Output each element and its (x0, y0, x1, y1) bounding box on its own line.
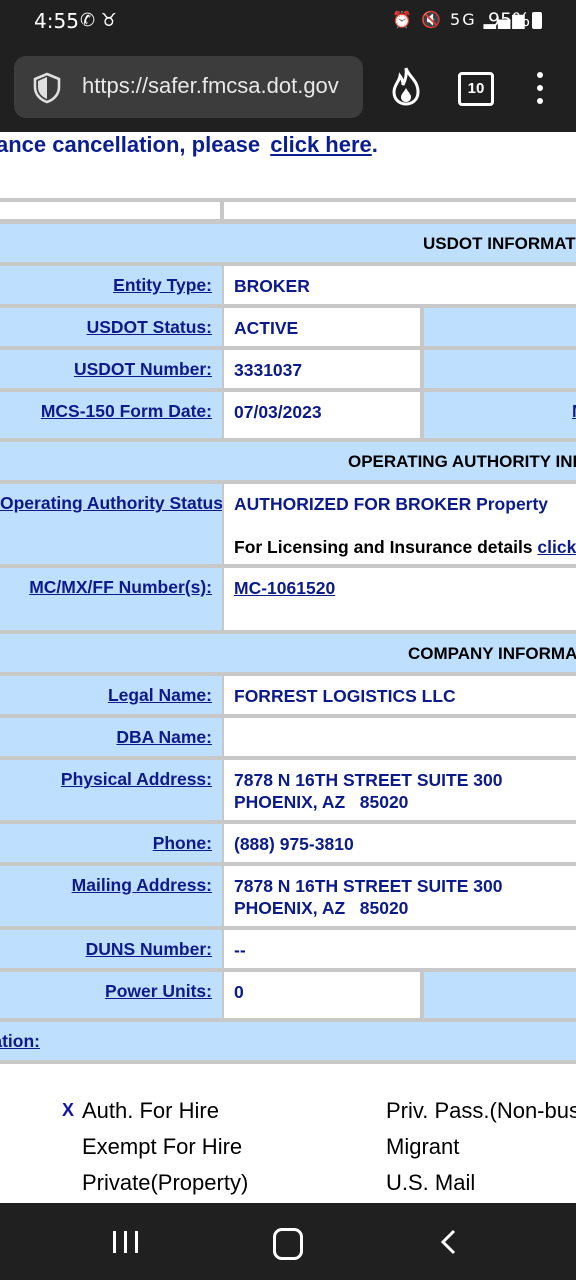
classification-item: Auth. For Hire (82, 1098, 219, 1123)
entity-type-label: Entity Type: (0, 266, 222, 304)
classification-item: Priv. Pass.(Non-business) (386, 1098, 576, 1123)
notice-text: ance cancellation, please (0, 132, 267, 157)
classification-item: Private(Property) (82, 1170, 249, 1195)
mailing-address-value: 7878 N 16TH STREET SUITE 300 PHOENIX, AZ… (224, 866, 576, 926)
operating-section-header: OPERATING AUTHORITY INFORMATION (0, 442, 576, 480)
home-icon[interactable] (273, 1228, 303, 1260)
authority-status-text: AUTHORIZED FOR BROKER Property (234, 494, 549, 514)
shield-icon[interactable] (32, 72, 62, 104)
flame-icon[interactable] (388, 66, 424, 106)
notice-click-here-link[interactable]: click here (270, 132, 372, 157)
licensing-details: For Licensing and Insurance details clic… (234, 536, 576, 558)
power-units-value: 0 (224, 972, 420, 1018)
legal-name-label: Legal Name: (0, 676, 222, 714)
usdot-status-value: ACTIVE (224, 308, 420, 346)
notice-period: . (371, 132, 378, 157)
table-empty-cell (0, 202, 220, 219)
classification-item: Migrant (386, 1134, 460, 1159)
battery-icon (532, 12, 542, 29)
system-navigation-bar (0, 1203, 576, 1280)
classification-item: Exempt For Hire (82, 1134, 243, 1159)
mc-number-value: MC-1061520 (224, 568, 576, 630)
web-page: ance cancellation, please click here. US… (0, 132, 576, 1203)
operating-status-label: Operating Authority Status: (0, 484, 222, 564)
mileage-label-cell: M (424, 392, 576, 438)
table-label-cell (424, 972, 576, 1018)
usdot-section-header: USDOT INFORMATION (0, 224, 576, 262)
url-text[interactable]: https://safer.fmcsa.dot.gov (82, 73, 339, 99)
phone-value: (888) 975-3810 (224, 824, 576, 862)
dba-name-value (224, 718, 576, 756)
mailing-address-label: Mailing Address: (0, 866, 222, 926)
mcs150-date-label: MCS-150 Form Date: (0, 392, 222, 438)
company-section-header: COMPANY INFORMATION (0, 634, 576, 672)
duns-number-label: DUNS Number: (0, 930, 222, 968)
operation-classification-label: Operation Classification: (0, 1022, 576, 1060)
menu-icon[interactable] (534, 72, 546, 108)
insurance-notice: ance cancellation, please click here. (0, 132, 378, 158)
status-bar: 4:55 ✆ ♉ ⏰ 🔇 5G ▂▄▆ 95% (0, 0, 576, 44)
table-empty-cell (224, 202, 576, 219)
recent-apps-icon[interactable] (113, 1231, 139, 1253)
notification-icons: ✆ ♉ (80, 10, 117, 31)
back-icon[interactable] (440, 1229, 456, 1255)
mc-number-label: MC/MX/FF Number(s): (0, 568, 222, 630)
selected-marker: X (62, 1100, 75, 1120)
battery-percent: 95% (488, 9, 531, 31)
table-label-cell (424, 350, 576, 388)
entity-type-value: BROKER (224, 266, 576, 304)
duns-number-value: -- (224, 930, 576, 968)
table-label-cell (424, 308, 576, 346)
power-units-label: Power Units: (0, 972, 222, 1018)
legal-name-value: FORREST LOGISTICS LLC (224, 676, 576, 714)
address-bar[interactable]: https://safer.fmcsa.dot.gov (14, 56, 363, 118)
usdot-status-label: USDOT Status: (0, 308, 222, 346)
physical-address-value: 7878 N 16TH STREET SUITE 300 PHOENIX, AZ… (224, 760, 576, 820)
mcs150-date-value: 07/03/2023 (224, 392, 420, 438)
operating-status-value: AUTHORIZED FOR BROKER Property For Licen… (224, 484, 576, 564)
tabs-icon[interactable]: 10 (458, 72, 494, 106)
usdot-number-label: USDOT Number: (0, 350, 222, 388)
usdot-number-value: 3331037 (224, 350, 420, 388)
mc-number-link[interactable]: MC-1061520 (234, 578, 335, 598)
classification-item: U.S. Mail (386, 1170, 476, 1195)
phone-label: Phone: (0, 824, 222, 862)
browser-toolbar: https://safer.fmcsa.dot.gov 10 (0, 44, 576, 132)
licensing-click-here-link[interactable]: click here (537, 537, 576, 557)
dba-name-label: DBA Name: (0, 718, 222, 756)
status-time: 4:55 (34, 9, 79, 33)
physical-address-label: Physical Address: (0, 760, 222, 820)
